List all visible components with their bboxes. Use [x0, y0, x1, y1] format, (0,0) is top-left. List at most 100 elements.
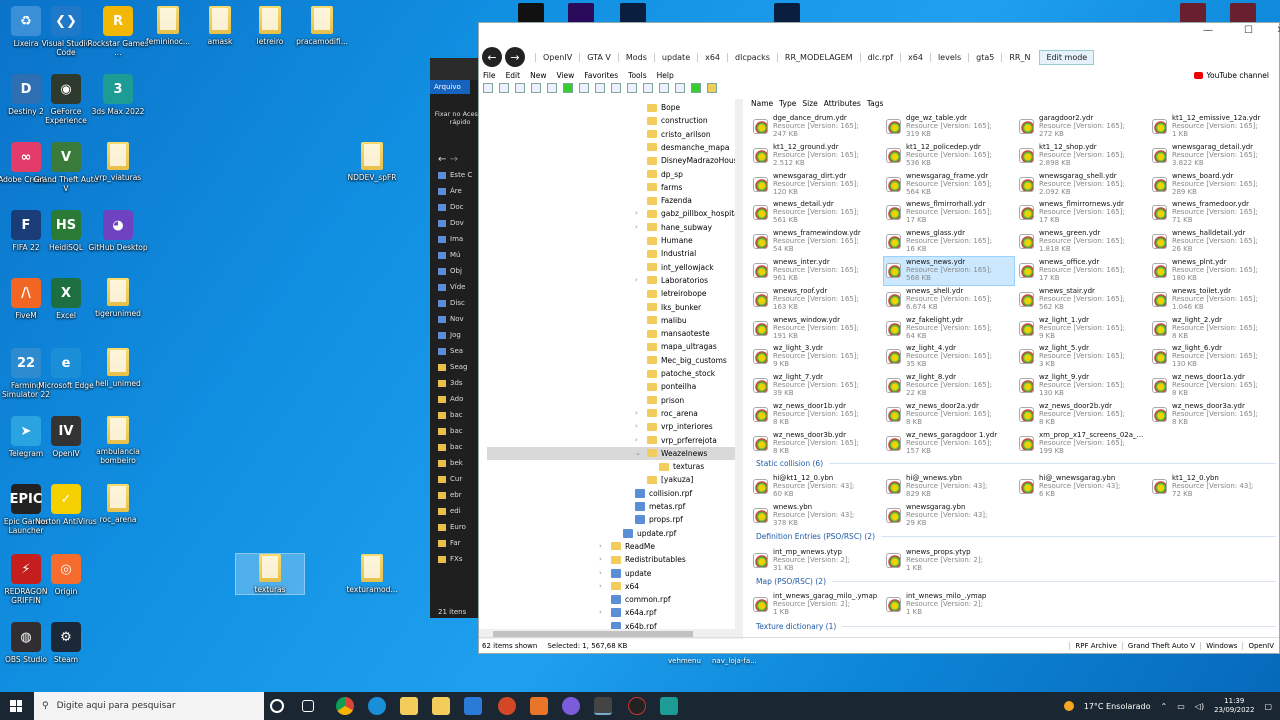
file-item[interactable]: wz_fakelight.ydr Resource [Version: 165];… — [884, 315, 1014, 343]
mail-icon[interactable] — [464, 697, 482, 715]
desktop-icon-vrp-viaturas[interactable]: vrp_viaturas — [84, 142, 152, 182]
powerpoint-icon[interactable] — [498, 697, 516, 715]
clock[interactable]: 11:39 23/09/2022 — [1214, 697, 1254, 715]
file-item[interactable]: wnews_stair.ydr Resource [Version: 165]; 5… — [1017, 286, 1147, 314]
open-icon[interactable] — [499, 83, 509, 93]
tree-item[interactable]: DisneyMadrazoHouse — [635, 154, 741, 167]
group-header-tex[interactable]: Texture dictionary (1) — [756, 622, 1276, 631]
group-header-defs[interactable]: Definition Entries (PSO/RSC) (2) — [756, 532, 1276, 541]
file-item[interactable]: hi@_wnewsgarag.ybn Resource [Version: 43]… — [1017, 473, 1147, 501]
tree-item[interactable]: construction — [635, 114, 708, 127]
expand-arrow-icon[interactable]: › — [599, 540, 607, 553]
column-tags[interactable]: Tags — [867, 99, 884, 108]
tree-item[interactable]: x64b.rpf — [599, 620, 657, 629]
edit-mode-button[interactable]: Edit mode — [1039, 49, 1095, 65]
edit-icon[interactable] — [659, 83, 669, 93]
tree-item[interactable]: Industrial — [635, 247, 696, 260]
tree-item[interactable]: texturas — [647, 460, 704, 473]
file-item[interactable]: kt1_12_ground.ydr Resource [Version: 165]… — [751, 142, 881, 170]
back-button[interactable]: ← — [482, 47, 502, 67]
file-item[interactable]: wz_light_4.ydr Resource [Version: 165]; 35… — [884, 343, 1014, 371]
tree-item[interactable]: collision.rpf — [623, 487, 692, 500]
file-item[interactable]: wnews_shell.ydr Resource [Version: 165]; 6… — [884, 286, 1014, 314]
file-item[interactable]: wz_light_8.ydr Resource [Version: 165]; 22… — [884, 372, 1014, 400]
replace-icon[interactable] — [675, 83, 685, 93]
file-item[interactable]: dge_wz_table.ydr Resource [Version: 165];… — [884, 113, 1014, 141]
file-item[interactable]: int_wnews_garag_milo_.ymap Resource [Vers… — [751, 591, 881, 619]
tree-item[interactable]: dp_sp — [635, 168, 683, 181]
tree-item[interactable]: metas.rpf — [623, 500, 685, 513]
file-item[interactable]: xm_prop_x17_screens_02a_... Resource [Ver… — [1017, 430, 1147, 458]
3dsmax-taskbar-icon[interactable] — [660, 697, 678, 715]
desktop-label-nav-loja[interactable]: nav_loja-fa... — [712, 657, 757, 665]
file-item[interactable]: hi@_wnews.ybn Resource [Version: 43]; 829 … — [884, 473, 1014, 501]
column-attributes[interactable]: Attributes — [824, 99, 861, 108]
breadcrumb-x64[interactable]: x64 — [900, 52, 930, 62]
desktop-icon-steam[interactable]: ⚙ Steam — [32, 622, 100, 664]
tree-item[interactable]: › ReadMe — [599, 540, 655, 553]
expand-arrow-icon[interactable]: › — [599, 567, 607, 580]
file-explorer-icon[interactable] — [432, 697, 450, 715]
file-item[interactable]: wz_light_6.ydr Resource [Version: 165]; 13… — [1150, 343, 1279, 371]
play-icon[interactable] — [563, 83, 573, 93]
forward-button[interactable]: → — [505, 47, 525, 67]
file-item[interactable]: wnews_roof.ydr Resource [Version: 165]; 16… — [751, 286, 881, 314]
breadcrumb-dlc-rpf[interactable]: dlc.rpf — [859, 52, 900, 62]
tree-item[interactable]: [yakuza] — [635, 473, 693, 486]
new-folder-icon[interactable] — [707, 83, 717, 93]
file-item[interactable]: wnews_framewindow.ydr Resource [Version: … — [751, 228, 881, 256]
taskbar-search[interactable]: ⚲ Digite aqui para pesquisar — [34, 692, 264, 720]
file-item[interactable]: wnews_glass.ydr Resource [Version: 165]; 1… — [884, 228, 1014, 256]
menu-edit[interactable]: Edit — [506, 71, 521, 80]
file-item[interactable]: wnews_office.ydr Resource [Version: 165];… — [1017, 257, 1147, 285]
refresh-icon[interactable] — [579, 83, 589, 93]
file-item[interactable]: wz_light_9.ydr Resource [Version: 165]; 13… — [1017, 372, 1147, 400]
tree-item[interactable]: › Laboratorios — [635, 274, 708, 287]
notification-icon[interactable]: ▢ — [1264, 702, 1272, 711]
tree-item[interactable]: int_yellowjack — [635, 261, 714, 274]
network-icon[interactable]: ▭ — [1177, 702, 1185, 711]
column-name[interactable]: Name — [751, 99, 773, 108]
column-type[interactable]: Type — [779, 99, 796, 108]
menu-favorites[interactable]: Favorites — [584, 71, 618, 80]
desktop-icon-texturamod-[interactable]: texturamod... — [338, 554, 406, 594]
file-item[interactable]: wnews_news.ydr Resource [Version: 165]; 56… — [883, 256, 1015, 286]
breadcrumb-x64[interactable]: x64 — [697, 52, 727, 62]
windows-start-icon[interactable] — [10, 700, 22, 712]
expand-arrow-icon[interactable]: ⌄ — [635, 447, 643, 460]
redragon-taskbar-icon[interactable] — [628, 697, 646, 715]
expand-arrow-icon[interactable]: › — [599, 606, 607, 619]
expand-arrow-icon[interactable]: › — [635, 274, 643, 287]
close-button[interactable]: ✕ — [1277, 25, 1280, 36]
tree-item[interactable]: › x64 — [599, 580, 639, 593]
discord-icon[interactable] — [562, 697, 580, 715]
file-item[interactable]: wnews_green.ydr Resource [Version: 165]; 1… — [1017, 228, 1147, 256]
breadcrumb-rr-modelagem[interactable]: RR_MODELAGEM — [776, 52, 860, 62]
edge-icon[interactable] — [368, 697, 386, 715]
file-item[interactable]: wnews_flmirrorhall.ydr Resource [Version:… — [884, 199, 1014, 227]
menu-tools[interactable]: Tools — [628, 71, 646, 80]
file-item[interactable]: wz_news_door2b.ydr Resource [Version: 165… — [1017, 401, 1147, 429]
tree-item[interactable]: Humane — [635, 234, 693, 247]
paste-icon[interactable] — [531, 83, 541, 93]
breadcrumb-rr-n[interactable]: RR_N — [1001, 52, 1037, 62]
desktop-icon-pracamodifi-[interactable]: pracamodifi... — [288, 6, 356, 46]
file-item[interactable]: wnews_window.ydr Resource [Version: 165];… — [751, 315, 881, 343]
tree-item[interactable]: farms — [635, 181, 682, 194]
breadcrumb-gta-v[interactable]: GTA V — [579, 52, 618, 62]
file-item[interactable]: wnews_inter.ydr Resource [Version: 165]; 9… — [751, 257, 881, 285]
tree-item[interactable]: ⌄ Weazelnews — [487, 446, 735, 460]
menu-help[interactable]: Help — [657, 71, 674, 80]
tree-item[interactable]: lks_bunker — [635, 301, 701, 314]
menu-new[interactable]: New — [530, 71, 546, 80]
tree-item[interactable]: › vrp_prferrejota — [635, 434, 717, 447]
tree-item[interactable]: prison — [635, 394, 684, 407]
menu-file[interactable]: File — [483, 71, 496, 80]
file-item[interactable]: wnewsgarag.ybn Resource [Version: 43]; 29 … — [884, 502, 1014, 530]
file-item[interactable]: wnews_detail.ydr Resource [Version: 165];… — [751, 199, 881, 227]
chrome-icon[interactable] — [336, 697, 354, 715]
file-item[interactable]: wz_light_5.ydr Resource [Version: 165]; 3 … — [1017, 343, 1147, 371]
arquivo-tab[interactable]: Arquivo — [430, 80, 470, 94]
chevron-up-icon[interactable]: ⌃ — [1161, 702, 1168, 711]
expand-arrow-icon[interactable]: › — [599, 580, 607, 593]
